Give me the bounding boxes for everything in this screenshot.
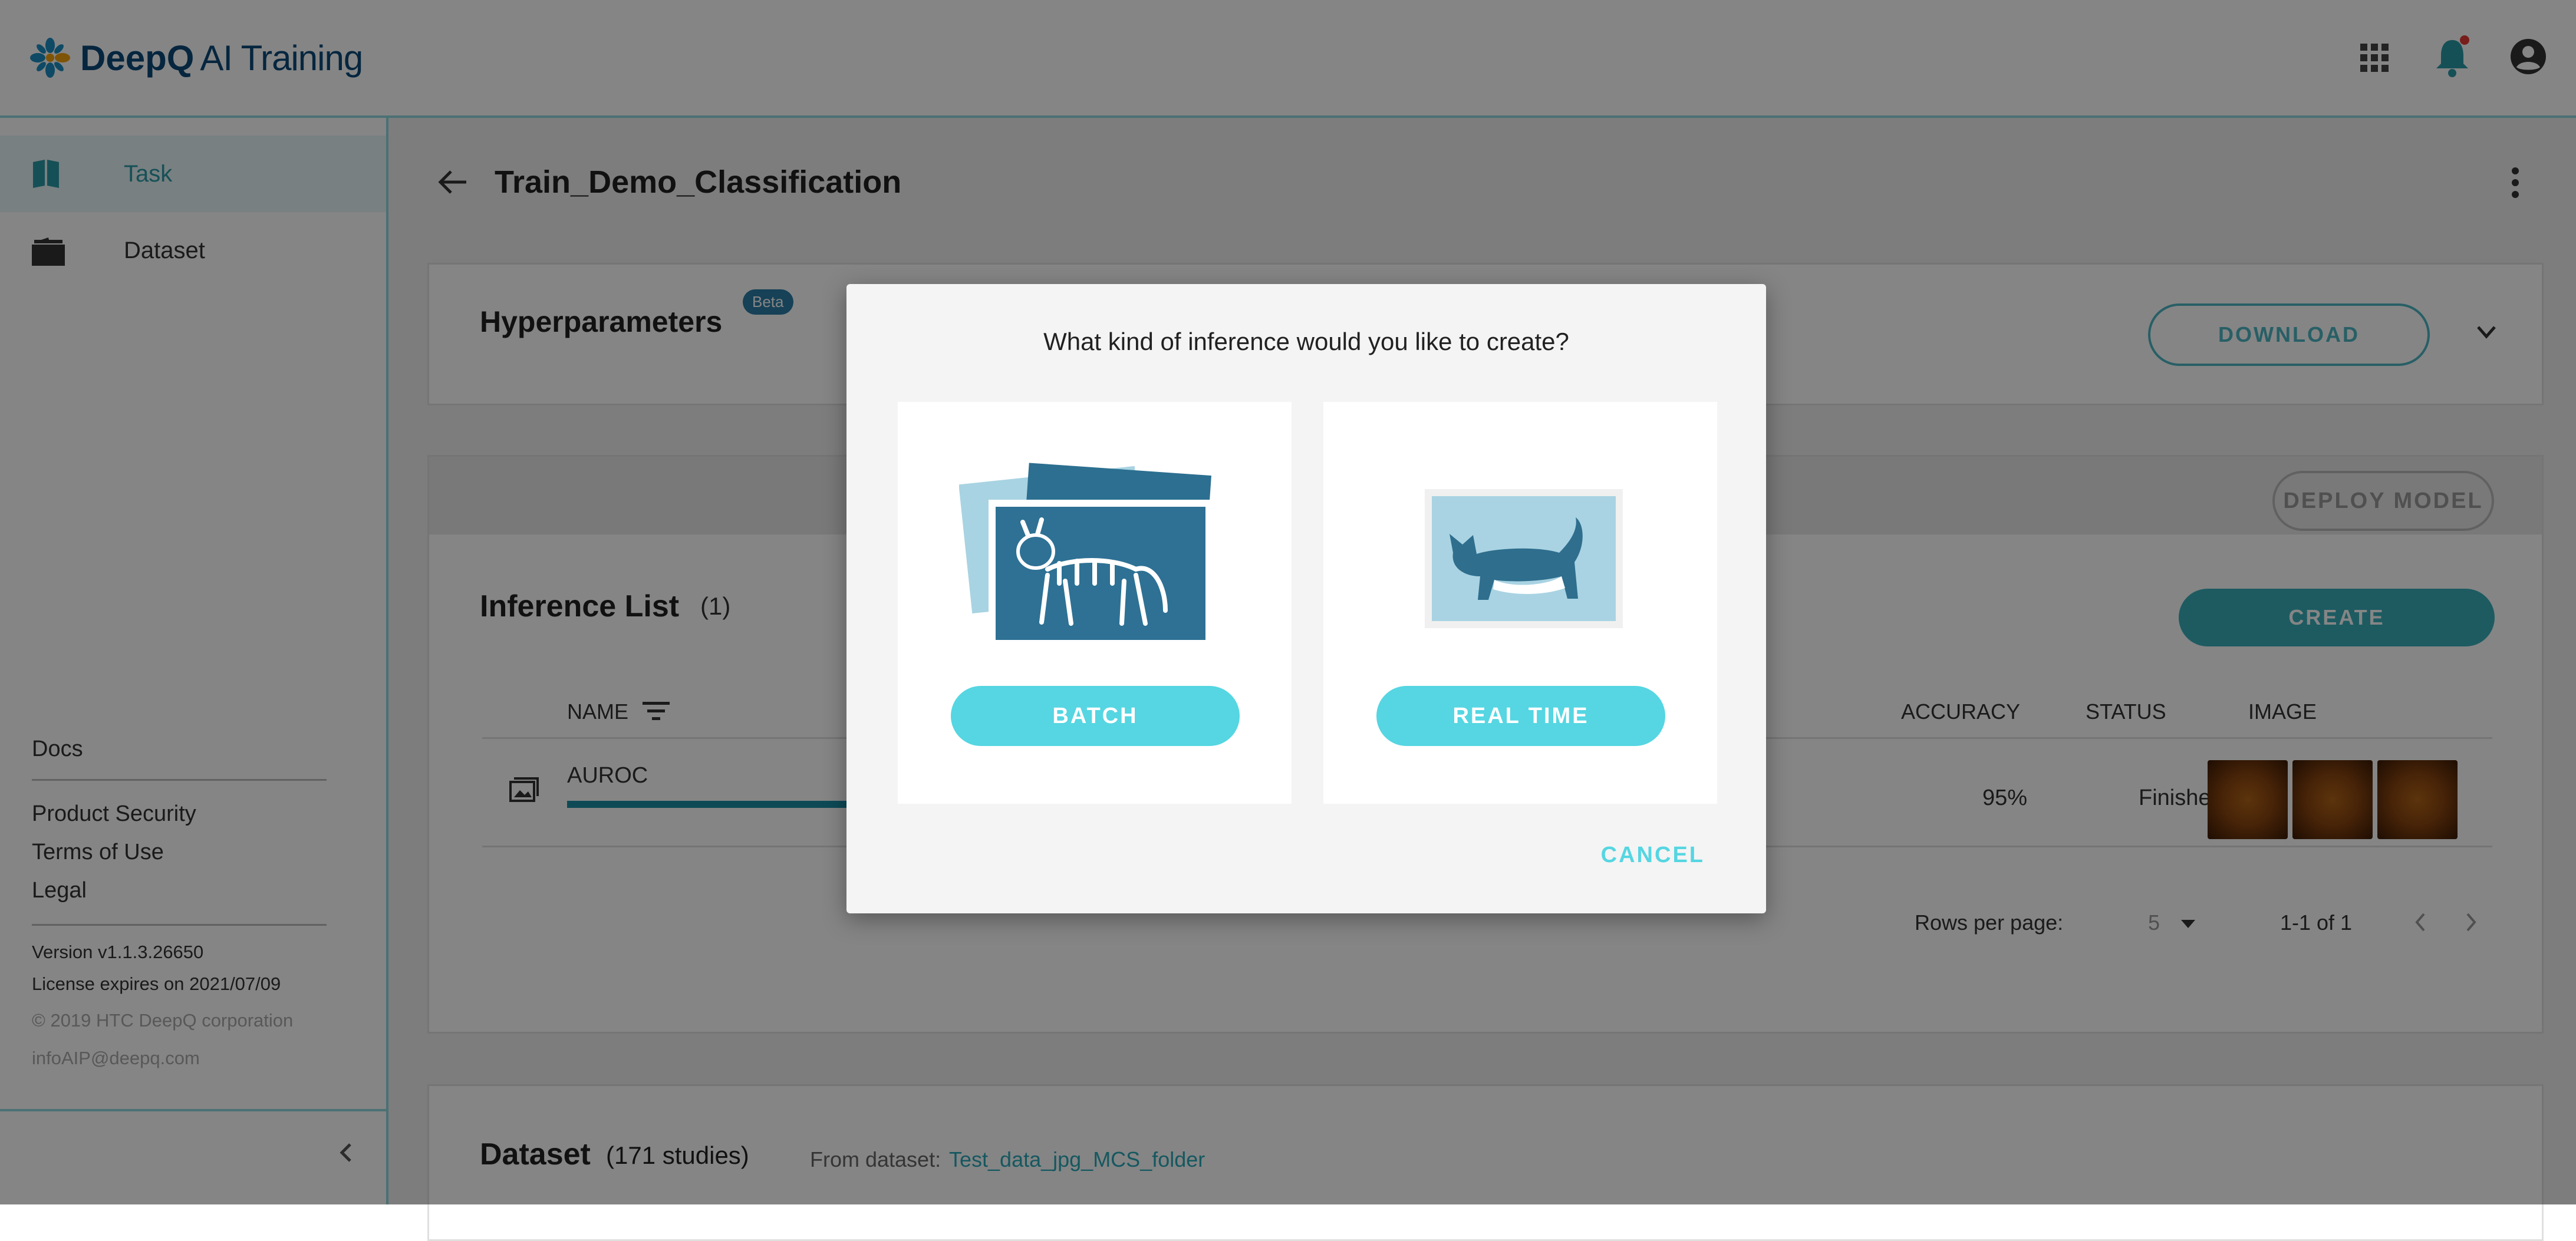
cancel-button[interactable]: CANCEL <box>1601 843 1705 868</box>
batch-option-card[interactable]: BATCH <box>898 402 1292 804</box>
create-inference-dialog: What kind of inference would you like to… <box>846 284 1766 913</box>
batch-button[interactable]: BATCH <box>951 686 1240 746</box>
realtime-cat-image-icon <box>1425 489 1623 628</box>
dialog-question: What kind of inference would you like to… <box>1043 328 1569 355</box>
batch-xray-images-icon <box>959 463 1213 647</box>
realtime-option-card[interactable]: REAL TIME <box>1323 402 1717 804</box>
realtime-button[interactable]: REAL TIME <box>1376 686 1665 746</box>
